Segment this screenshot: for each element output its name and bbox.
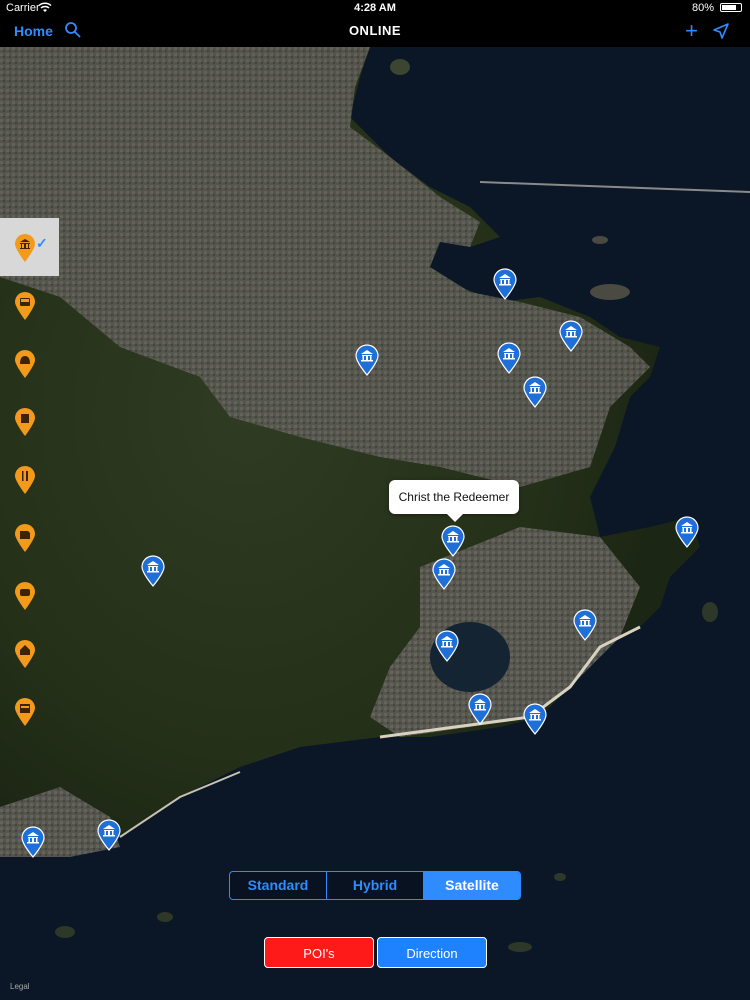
museum-pin[interactable] xyxy=(140,555,166,587)
museum-pin-christ-the-redeemer[interactable] xyxy=(440,525,466,557)
pois-button[interactable]: POI's xyxy=(264,937,374,968)
battery-percentage: 80% xyxy=(691,2,714,14)
map-type-segmented-control: Standard Hybrid Satellite xyxy=(229,871,521,900)
museum-pin[interactable] xyxy=(467,693,493,725)
museum-pin[interactable] xyxy=(496,342,522,374)
battery-icon xyxy=(720,3,742,12)
museum-pin[interactable] xyxy=(354,344,380,376)
plus-icon[interactable]: + xyxy=(685,20,698,42)
museum-pin[interactable] xyxy=(522,703,548,735)
museum-pin[interactable] xyxy=(492,268,518,300)
navigation-bar: Home ONLINE + xyxy=(0,16,750,47)
segment-satellite[interactable]: Satellite xyxy=(424,872,520,899)
museum-pin[interactable] xyxy=(20,826,46,858)
segment-hybrid[interactable]: Hybrid xyxy=(327,872,424,899)
museum-icon[interactable] xyxy=(12,233,38,263)
poi-callout[interactable]: Christ the Redeemer xyxy=(389,480,519,522)
satellite-map[interactable]: ✓ Christ the Redeemer xyxy=(0,47,750,1000)
shop-icon[interactable] xyxy=(12,523,38,553)
museum-pin[interactable] xyxy=(434,630,460,662)
museum-pin[interactable] xyxy=(522,376,548,408)
car-icon[interactable] xyxy=(12,581,38,611)
clock: 4:28 AM xyxy=(354,2,396,14)
map-imagery xyxy=(0,47,750,1000)
page-title: ONLINE xyxy=(348,23,402,38)
building-icon[interactable] xyxy=(12,407,38,437)
bell-icon[interactable] xyxy=(12,349,38,379)
museum-pin[interactable] xyxy=(572,609,598,641)
restaurant-icon[interactable] xyxy=(12,465,38,495)
hotel-icon[interactable] xyxy=(12,697,38,727)
legal-link[interactable]: Legal xyxy=(10,982,30,991)
museum-pin[interactable] xyxy=(558,320,584,352)
battery-level xyxy=(722,5,737,10)
segment-standard[interactable]: Standard xyxy=(230,872,327,899)
bus-icon[interactable] xyxy=(12,291,38,321)
museum-pin[interactable] xyxy=(96,819,122,851)
status-bar: Carrier 4:28 AM 80% xyxy=(0,0,750,16)
museum-pin[interactable] xyxy=(431,558,457,590)
museum-pin[interactable] xyxy=(674,516,700,548)
direction-button[interactable]: Direction xyxy=(377,937,487,968)
location-arrow-icon[interactable] xyxy=(712,22,730,40)
home-icon[interactable] xyxy=(12,639,38,669)
